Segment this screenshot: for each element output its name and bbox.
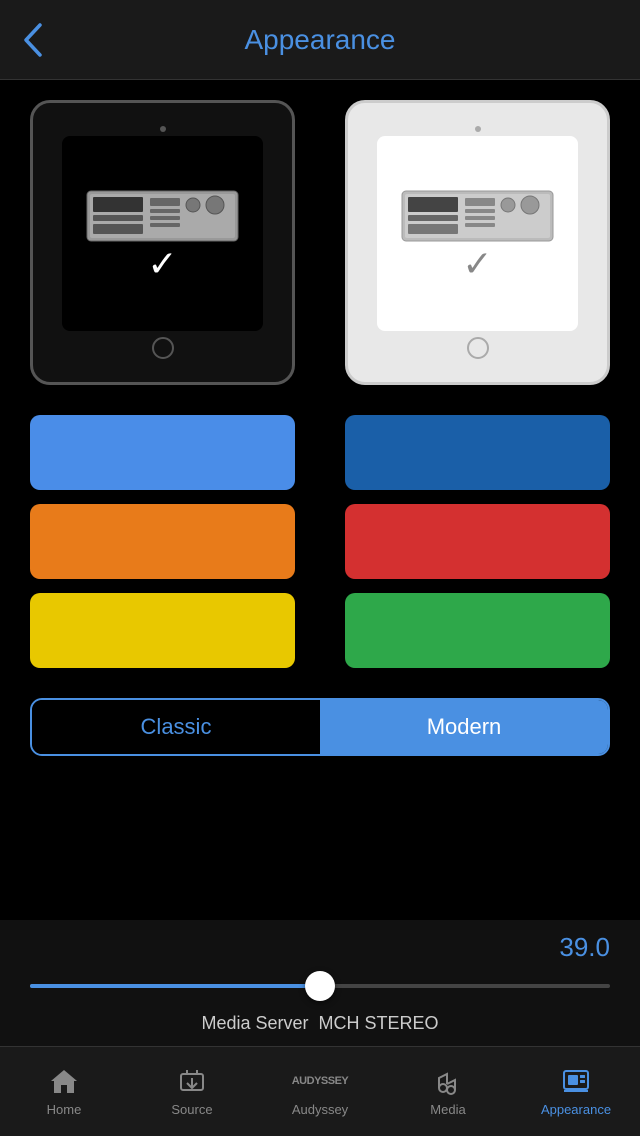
dark-screen: ✓	[62, 136, 264, 330]
color-swatch-dark-blue[interactable]	[345, 415, 610, 490]
color-swatch-blue[interactable]	[30, 415, 295, 490]
page-title: Appearance	[244, 24, 395, 56]
tab-media-label: Media	[430, 1102, 465, 1117]
tablet-home-light	[467, 337, 489, 359]
tab-appearance[interactable]: Appearance	[512, 1047, 640, 1136]
tab-source[interactable]: Source	[128, 1047, 256, 1136]
volume-value: 39.0	[30, 932, 610, 963]
source-icon	[177, 1066, 207, 1096]
tab-bar: Home Source AUDYSSEY Audyssey Media	[0, 1046, 640, 1136]
light-screen: ✓	[377, 136, 579, 330]
main-content: ✓	[0, 80, 640, 776]
tablet-cam-dark	[160, 126, 166, 132]
control-area: 39.0 Media Server MCH STEREO	[0, 920, 640, 1046]
volume-slider[interactable]	[30, 969, 610, 1003]
tab-source-label: Source	[171, 1102, 212, 1117]
color-swatch-orange[interactable]	[30, 504, 295, 579]
tab-media[interactable]: Media	[384, 1047, 512, 1136]
color-swatch-yellow[interactable]	[30, 593, 295, 668]
tab-home[interactable]: Home	[0, 1047, 128, 1136]
classic-toggle-button[interactable]: Classic	[32, 700, 320, 754]
tablet-home-dark	[152, 337, 174, 359]
tab-appearance-label: Appearance	[541, 1102, 611, 1117]
status-text: Media Server MCH STEREO	[30, 1013, 610, 1046]
tab-audyssey-label: Audyssey	[292, 1102, 348, 1117]
slider-fill	[30, 984, 320, 988]
color-grid	[30, 415, 610, 668]
appearance-icon	[561, 1066, 591, 1096]
dark-theme-option[interactable]: ✓	[30, 100, 295, 385]
light-theme-option[interactable]: ✓	[345, 100, 610, 385]
audyssey-logo-icon: AUDYSSEY	[292, 1066, 349, 1096]
slider-thumb[interactable]	[305, 971, 335, 1001]
slider-track	[30, 984, 610, 988]
receiver-icon-light	[400, 183, 555, 248]
header: Appearance	[0, 0, 640, 80]
home-icon	[49, 1066, 79, 1096]
style-toggle: Classic Modern	[30, 698, 610, 756]
color-swatch-red[interactable]	[345, 504, 610, 579]
tab-audyssey[interactable]: AUDYSSEY Audyssey	[256, 1047, 384, 1136]
check-light: ✓	[462, 243, 492, 285]
tab-home-label: Home	[47, 1102, 82, 1117]
check-dark: ✓	[147, 243, 177, 285]
receiver-icon-dark	[85, 183, 240, 248]
color-swatch-green[interactable]	[345, 593, 610, 668]
modern-toggle-button[interactable]: Modern	[320, 700, 608, 754]
tablet-cam-light	[475, 126, 481, 132]
theme-selection: ✓	[30, 100, 610, 385]
media-icon	[433, 1066, 463, 1096]
back-button[interactable]	[20, 21, 44, 59]
